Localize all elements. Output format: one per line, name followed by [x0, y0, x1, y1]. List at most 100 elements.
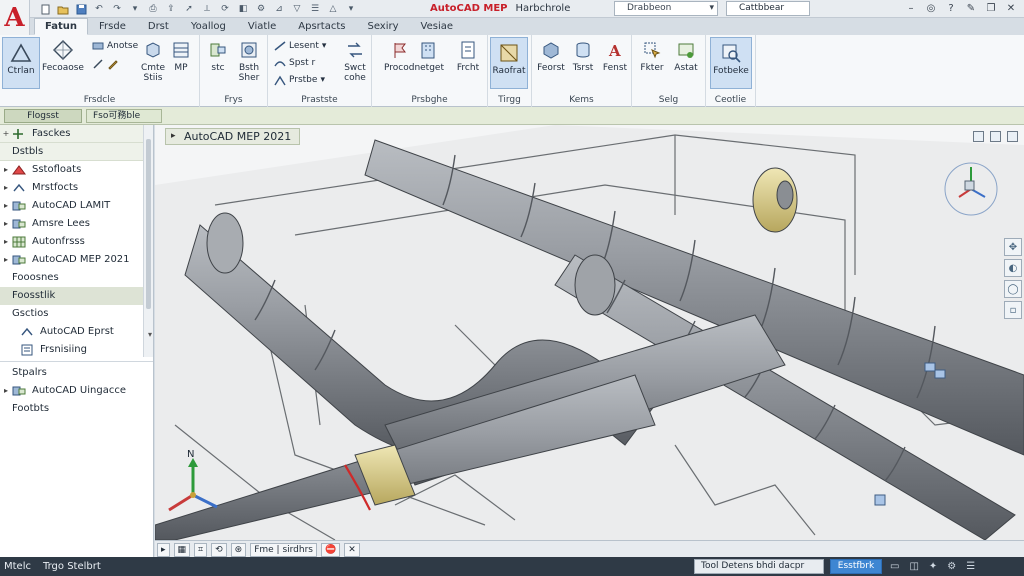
warning-icon[interactable]: △ [326, 2, 340, 16]
ribbon-tab-0[interactable]: Fatun [34, 18, 89, 35]
cursor-icon[interactable]: ➚ [182, 2, 196, 16]
ribbon-tab-1[interactable]: Frsde [88, 18, 137, 35]
expand-toggle-icon[interactable]: ▸ [0, 251, 12, 269]
expand-toggle-icon[interactable]: ▸ [0, 382, 12, 400]
minimize-icon[interactable]: – [902, 1, 920, 16]
expand-toggle-icon[interactable]: ▸ [0, 179, 12, 197]
tsrst-button[interactable]: Tsrst [568, 39, 598, 73]
help-icon[interactable]: ? [942, 1, 960, 16]
fotbeke-button[interactable]: Fotbeke [710, 37, 752, 89]
filter-icon[interactable]: ▽ [290, 2, 304, 16]
tree-item[interactable]: ▸ AutoCAD MEP 2021 [0, 251, 153, 269]
tree-item[interactable]: ▸ AutoCAD Uingacce [0, 382, 153, 400]
draw-row[interactable] [92, 57, 119, 71]
lineweight-icon[interactable]: ▭ [890, 557, 899, 576]
ctrlan-button[interactable]: Ctrlan [2, 37, 40, 89]
tree-item[interactable]: ▸ Amsre Lees [0, 215, 153, 233]
scrollbar[interactable] [143, 125, 153, 357]
save-icon[interactable] [74, 2, 88, 16]
model-viewport[interactable]: N AutoCAD MEP 2021 ✥ ◐ ◯ ▫ [155, 125, 1024, 540]
frcht-button[interactable]: Frcht [452, 39, 484, 73]
plot-icon[interactable]: ⎙ [146, 2, 160, 16]
viewport-title-tab[interactable]: AutoCAD MEP 2021 [165, 128, 301, 145]
user-account-button[interactable]: Cattbbear [726, 1, 810, 16]
tree-item[interactable]: Stpalrs [0, 364, 153, 382]
snap-toggle-icon[interactable]: ⌗ [194, 542, 208, 557]
close-icon[interactable]: ✕ [1002, 1, 1020, 16]
tree-item[interactable]: Dstbls [0, 143, 153, 161]
tree-item[interactable]: Footbts [0, 400, 153, 418]
fenst-button[interactable]: A Fenst [600, 39, 630, 73]
pan-icon[interactable]: ✥ [1004, 238, 1022, 256]
workspace-icon[interactable]: ⚙ [947, 557, 956, 576]
steering-wheel-icon[interactable]: ◐ [1004, 259, 1022, 277]
tree-item[interactable]: AutoCAD Eprst [0, 323, 153, 341]
measure-icon[interactable]: ⟂ [200, 2, 214, 16]
nav-left-icon[interactable]: ▸ [157, 542, 170, 557]
ribbon-tab-3[interactable]: Yoallog [180, 18, 237, 35]
refresh-icon[interactable]: ⟳ [218, 2, 232, 16]
layer-icon[interactable]: ◧ [236, 2, 250, 16]
lesent-row[interactable]: Lesent ▾ [274, 39, 326, 53]
swct-button[interactable]: Swct cohe [340, 39, 370, 83]
expand-toggle-icon[interactable]: + [0, 125, 12, 143]
ribbon-tab-6[interactable]: Sexiry [356, 18, 409, 35]
new-file-icon[interactable] [38, 2, 52, 16]
chevron-down-icon[interactable]: ▾ [128, 2, 142, 16]
info-icon[interactable]: ◎ [922, 1, 940, 16]
maximize-viewport-icon[interactable] [990, 131, 1001, 142]
tree-item[interactable]: ▸ AutoCAD LAMIT [0, 197, 153, 215]
connector-marker[interactable] [924, 362, 936, 372]
connector-marker[interactable] [874, 494, 886, 506]
ribbon-tab-4[interactable]: Viatle [237, 18, 287, 35]
panel-tab-label[interactable]: Flogsst [4, 109, 82, 123]
ribbon-tab-2[interactable]: Drst [137, 18, 180, 35]
chevron-down-icon[interactable]: ▾ [344, 2, 358, 16]
minimize-viewport-icon[interactable] [973, 131, 984, 142]
drawing-file-tab[interactable]: Fso可務ble [86, 109, 162, 123]
close-viewport-icon[interactable] [1007, 131, 1018, 142]
feorst-button[interactable]: Feorst [536, 39, 566, 73]
settings-icon[interactable]: ⚙ [254, 2, 268, 16]
prstbe-row[interactable]: Prstbe ▾ [274, 73, 325, 87]
raofrat-button[interactable]: Raofrat [490, 37, 528, 89]
tree-item[interactable]: Foosstlik [0, 287, 153, 305]
redo-icon[interactable]: ↷ [110, 2, 124, 16]
annotation-icon[interactable]: ✦ [929, 557, 937, 576]
application-menu-button[interactable]: A [0, 0, 30, 36]
bsth-button[interactable]: Bsth Sher [234, 39, 264, 83]
model-space-field[interactable]: Tool Detens bhdi dacpr [694, 559, 824, 574]
close-icon[interactable]: ✕ [344, 542, 360, 557]
fecoaose-button[interactable]: Fecoaose [42, 39, 84, 89]
transparency-icon[interactable]: ◫ [909, 557, 918, 576]
stc-button[interactable]: stc [204, 39, 232, 73]
undo-icon[interactable]: ↶ [92, 2, 106, 16]
ribbon-tab-5[interactable]: Apsrtacts [287, 18, 356, 35]
expand-toggle-icon[interactable]: ▸ [0, 215, 12, 233]
tree-item[interactable]: ▸ Autonfrsss [0, 233, 153, 251]
fkter-button[interactable]: Fkter [636, 39, 668, 73]
tree-item[interactable]: Gsctios [0, 305, 153, 323]
tree-item[interactable]: ▸ Sstofloats [0, 161, 153, 179]
search-input[interactable]: Drabbeon [614, 1, 718, 16]
restore-icon[interactable]: ❐ [982, 1, 1000, 16]
layout-tab-label[interactable]: Fme | sirdhrs [250, 542, 317, 557]
ortho-toggle-icon[interactable]: ⟲ [211, 542, 227, 557]
ribbon-tab-7[interactable]: Vesiae [410, 18, 465, 35]
cmte-button[interactable]: Cmte Stiis [138, 39, 168, 83]
tree-item[interactable]: Fooosnes [0, 269, 153, 287]
zoom-icon[interactable]: ▫ [1004, 301, 1022, 319]
match-icon[interactable]: ⊿ [272, 2, 286, 16]
anotse-row[interactable]: Anotse [92, 39, 138, 53]
tree-item[interactable]: Frsnisiing [0, 341, 153, 359]
astat-button[interactable]: Astat [670, 39, 702, 73]
error-icon[interactable]: ⛔ [321, 542, 341, 557]
status-layout[interactable]: Trgo Stelbrt [43, 557, 101, 576]
connector-marker[interactable] [934, 369, 946, 379]
scroll-down-icon[interactable]: ▾ [148, 330, 152, 339]
open-folder-icon[interactable] [56, 2, 70, 16]
grid-toggle-icon[interactable]: ▦ [173, 542, 191, 557]
spst-row[interactable]: Spst r [274, 56, 315, 70]
customize-icon[interactable]: ☰ [966, 557, 975, 576]
tree-item[interactable]: + Fasckes [0, 125, 153, 143]
